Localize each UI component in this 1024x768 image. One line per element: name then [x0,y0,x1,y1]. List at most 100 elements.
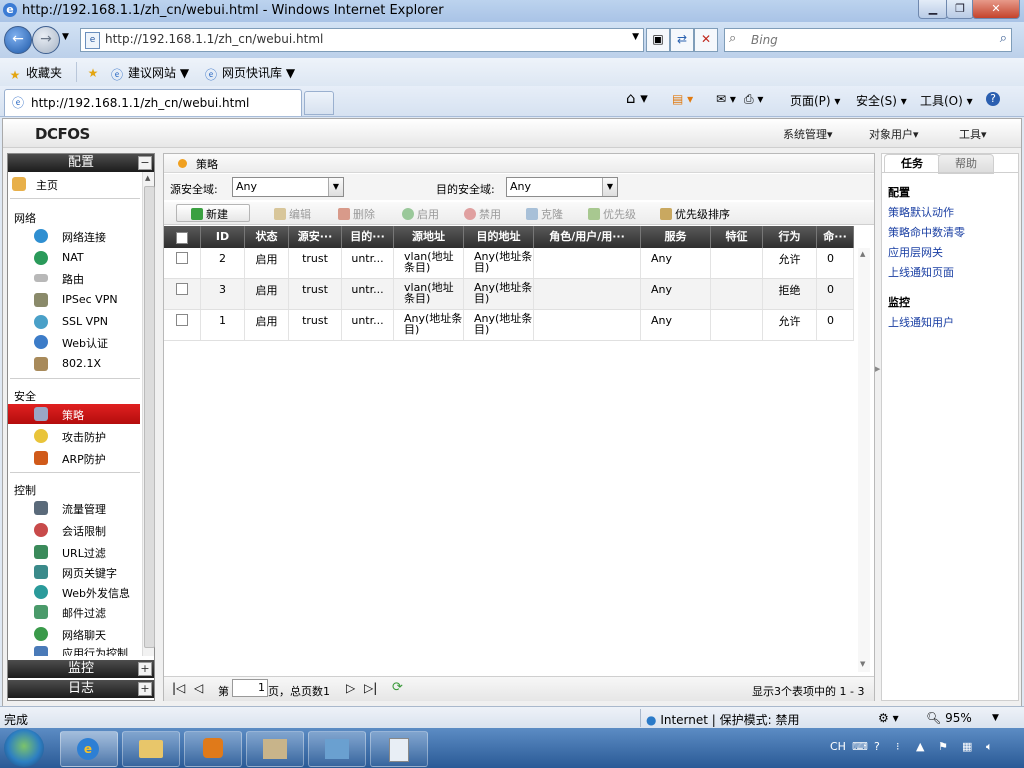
network-tray-icon[interactable]: ▦ [962,740,972,753]
next-page-icon[interactable]: ▷ [346,681,355,695]
maximize-button[interactable]: ❐ [946,0,974,19]
volume-icon[interactable]: 🔈︎ [986,740,993,754]
start-button[interactable] [4,729,44,767]
col-service[interactable]: 服务 [641,226,711,248]
refresh-icon[interactable]: ⇄ [670,28,694,52]
close-window-button[interactable]: ✕ [972,0,1020,19]
taskbar-media-player[interactable] [184,731,242,767]
add-favorites-icon[interactable]: ★ [86,64,104,80]
chevron-down-icon[interactable]: ▼ [328,178,343,196]
address-dropdown-icon[interactable]: ▼ [632,32,639,42]
refresh-icon[interactable]: ⟳ [392,680,403,695]
col-dst-addr[interactable]: 目的地址 [464,226,534,248]
help-tray-icon[interactable]: ? [874,740,880,753]
taskbar-app-1[interactable] [246,731,304,767]
menu-system-management[interactable]: 系统管理▾ [783,126,833,142]
delete-button[interactable]: 删除 [338,206,375,222]
tools-menu[interactable]: 工具(O) ▾ [920,92,973,109]
sidebar-item-network-connection[interactable]: 网络连接 [8,226,140,246]
col-id[interactable]: ID [201,226,245,248]
chevron-down-icon[interactable]: ▼ [602,178,617,196]
sidebar-item-traffic-management[interactable]: 流量管理 [8,498,140,518]
sidebar-item-app-behavior-control[interactable]: 应用行为控制 [8,644,140,656]
select-all-checkbox[interactable] [164,226,201,248]
disable-button[interactable]: 禁用 [464,206,501,222]
last-page-icon[interactable]: ▷| [364,681,377,695]
link-online-notification-page[interactable]: 上线通知页面 [888,264,954,280]
home-icon[interactable]: ⌂ ▾ [626,89,648,107]
priority-sort-button[interactable]: 优先级排序 [660,206,730,222]
taskbar-app-2[interactable] [308,731,366,767]
sidebar-item-policy[interactable]: 策略 [8,404,140,424]
link-clear-hit-count[interactable]: 策略命中数清零 [888,224,965,240]
col-role-user[interactable]: 角色/用户/用··· [534,226,641,248]
checkbox[interactable] [176,232,188,244]
tab-help[interactable]: 帮助 [938,154,994,174]
page-menu[interactable]: 页面(P) ▾ [790,92,840,109]
action-center-icon[interactable]: ⚑ [938,740,948,753]
menu-tools[interactable]: 工具▾ [959,126,987,142]
src-zone-select[interactable]: Any ▼ [232,177,344,197]
zoom-control[interactable]: 🔍︎ 95% [926,711,972,725]
table-row[interactable]: 3 启用 trust untr... vlan(地址条目) Any(地址条目) … [164,279,854,310]
minimize-button[interactable]: ▁ [918,0,948,19]
sidebar-item-home[interactable]: 主页 [8,174,140,194]
scroll-up-icon[interactable]: ▲ [145,174,150,182]
browser-tab[interactable]: ⓔ http://192.168.1.1/zh_cn/webui.html [4,89,302,116]
sidebar-item-8021x[interactable]: 802.1X [8,354,140,374]
panel-splitter-icon[interactable]: ▶ [875,365,880,373]
scroll-up-icon[interactable]: ▲ [860,250,865,258]
sidebar-item-route[interactable]: 路由 [8,268,140,288]
mail-icon[interactable]: ✉ ▾ [716,92,736,106]
col-feature[interactable]: 特征 [711,226,763,248]
col-src-addr[interactable]: 源地址 [394,226,464,248]
taskbar-ie[interactable]: e [60,731,118,767]
search-input[interactable] [749,31,993,49]
priority-button[interactable]: 优先级 [588,206,636,222]
page-number-input[interactable]: 1 [232,679,268,697]
sidebar-item-ssl-vpn[interactable]: SSL VPN [8,312,140,332]
address-bar[interactable]: e http://192.168.1.1/zh_cn/webui.html ▼ [80,28,644,52]
keyboard-icon[interactable]: ⌨ [852,740,868,753]
forward-button[interactable]: → [32,26,60,54]
print-icon[interactable]: ⎙ ▾ [744,92,763,107]
sidebar-item-session-limit[interactable]: 会话限制 [8,520,140,540]
show-hidden-icons[interactable]: ▲ [916,740,924,753]
favorites-button[interactable]: ★ 收藏夹 [8,64,62,82]
sidebar-config-header[interactable]: 配置 − [8,154,154,172]
col-hits[interactable]: 命··· [817,226,854,248]
row-checkbox[interactable] [176,252,188,264]
col-status[interactable]: 状态 [245,226,289,248]
menu-object-user[interactable]: 对象用户▾ [869,126,919,142]
stop-icon[interactable]: ✕ [694,28,718,52]
col-action[interactable]: 行为 [763,226,817,248]
col-src-zone[interactable]: 源安··· [289,226,342,248]
sidebar-item-web-keyword[interactable]: 网页关键字 [8,562,140,582]
collapse-icon[interactable]: − [138,156,152,170]
table-scrollbar[interactable]: ▲ ▼ [858,248,870,672]
sidebar-item-network-chat[interactable]: 网络聊天 [8,624,140,644]
clone-button[interactable]: 克隆 [526,206,563,222]
link-policy-default-action[interactable]: 策略默认动作 [888,204,954,220]
expand-icon[interactable]: + [138,682,152,696]
taskbar-explorer[interactable] [122,731,180,767]
table-row[interactable]: 2 启用 trust untr... vlan(地址条目) Any(地址条目) … [164,248,854,279]
link-app-gateway[interactable]: 应用层网关 [888,244,943,260]
new-button[interactable]: 新建 [176,204,250,222]
sidebar-item-nat[interactable]: NAT [8,248,140,268]
col-dst-zone[interactable]: 目的··· [342,226,394,248]
address-url[interactable]: http://192.168.1.1/zh_cn/webui.html [105,32,323,46]
zoom-dropdown-icon[interactable]: ▼ [992,713,999,723]
sidebar-log-header[interactable]: 日志 + [8,680,154,698]
back-button[interactable]: ← [4,26,32,54]
help-icon[interactable]: ? [986,92,1000,106]
prev-page-icon[interactable]: ◁ [194,681,203,695]
sidebar-item-url-filter[interactable]: URL过滤 [8,542,140,562]
taskbar-app-3[interactable] [370,731,428,767]
sidebar-item-mail-filter[interactable]: 邮件过滤 [8,602,140,622]
suggested-sites-link[interactable]: ⓔ 建议网站 ▼ [110,64,189,82]
sidebar-item-attack-defense[interactable]: 攻击防护 [8,426,140,446]
search-box[interactable]: ⌕ ⌕ [724,28,1012,52]
options-tray-icon[interactable]: ⁝ [896,740,900,753]
feeds-icon[interactable]: ▤ ▾ [672,92,693,106]
